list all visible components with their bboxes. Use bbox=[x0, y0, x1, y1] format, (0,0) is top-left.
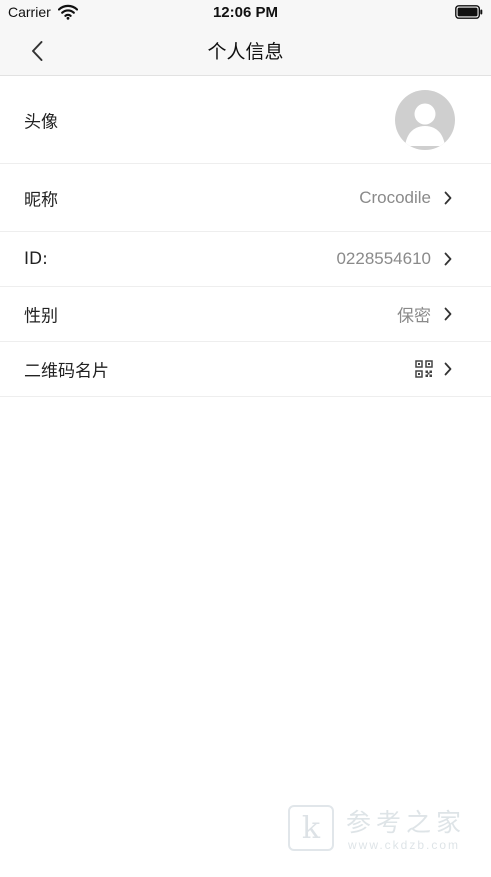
row-gender[interactable]: 性别 保密 bbox=[0, 287, 491, 342]
battery-icon bbox=[455, 5, 483, 19]
row-nickname[interactable]: 昵称 Crocodile bbox=[0, 164, 491, 232]
watermark-logo: k bbox=[288, 805, 334, 851]
chevron-right-icon bbox=[444, 191, 452, 204]
row-id[interactable]: ID: 0228554610 bbox=[0, 232, 491, 287]
id-value: 0228554610 bbox=[336, 249, 431, 268]
avatar[interactable] bbox=[395, 90, 455, 150]
row-qr-card[interactable]: 二维码名片 bbox=[0, 342, 491, 397]
row-label-qr-card: 二维码名片 bbox=[24, 361, 109, 382]
navigation-bar: 个人信息 bbox=[0, 26, 491, 76]
user-placeholder-icon bbox=[405, 103, 445, 146]
watermark-logo-letter: k bbox=[301, 810, 321, 846]
profile-info-list: 头像 昵称 Crocodile ID: 0228554610 性别 保密 二维码… bbox=[0, 77, 491, 397]
status-time: 12:06 PM bbox=[212, 4, 279, 21]
chevron-right-icon bbox=[444, 362, 452, 376]
row-label-nickname: 昵称 bbox=[24, 190, 58, 210]
page-title: 个人信息 bbox=[207, 41, 284, 63]
watermark-url: www.ckdzb.com bbox=[348, 838, 461, 852]
row-label-gender: 性别 bbox=[24, 306, 58, 327]
nickname-value: Crocodile bbox=[359, 187, 431, 207]
chevron-right-icon bbox=[444, 252, 452, 266]
row-label-id: ID: bbox=[24, 249, 48, 269]
row-avatar[interactable]: 头像 bbox=[0, 77, 491, 164]
watermark: k 参考之家 www.ckdzb.com bbox=[288, 803, 488, 857]
chevron-right-icon bbox=[444, 307, 452, 321]
watermark-text: 参考之家 bbox=[346, 808, 467, 837]
gender-value: 保密 bbox=[397, 306, 431, 326]
qr-code-icon bbox=[415, 360, 433, 378]
status-bar: Carrier 12:06 PM bbox=[0, 0, 491, 26]
row-label-avatar: 头像 bbox=[24, 112, 58, 133]
